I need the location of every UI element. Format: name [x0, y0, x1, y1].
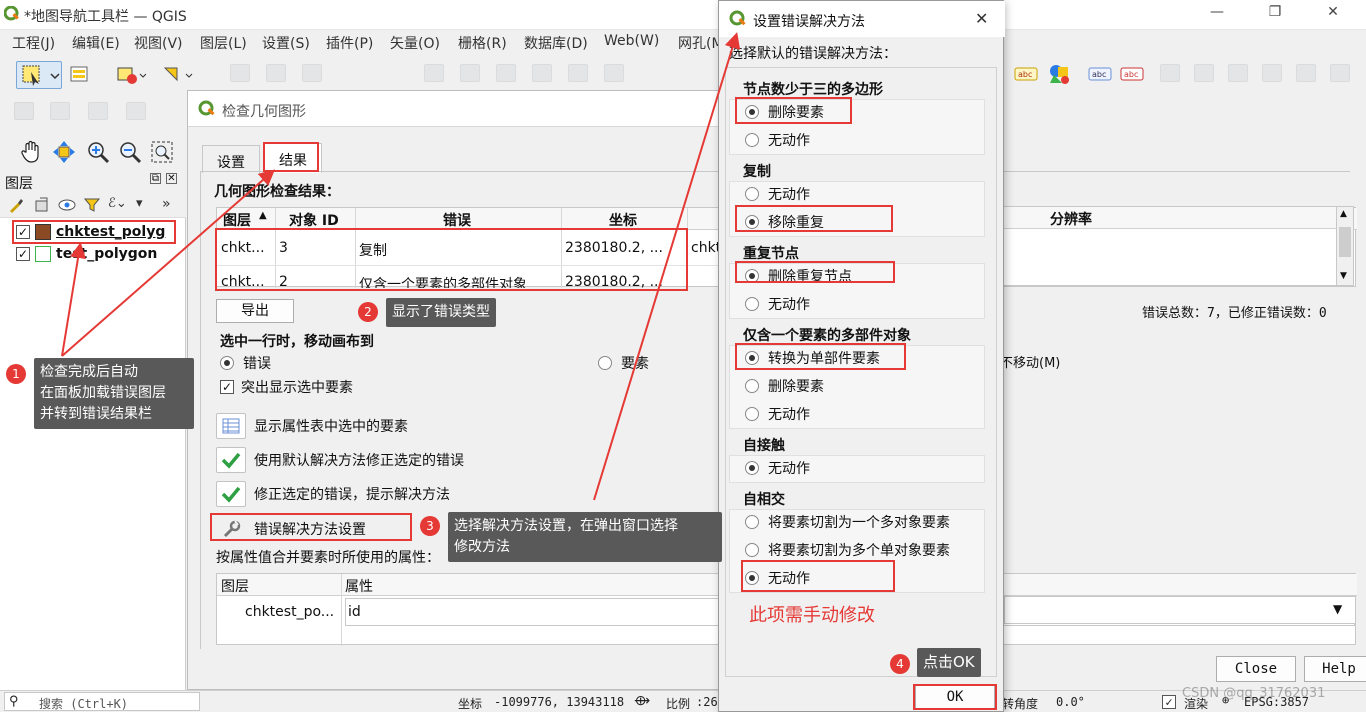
note-line: 修改方法 — [454, 539, 510, 555]
note-line: 并转到错误结果栏 — [40, 406, 152, 422]
note-line: 检查完成后自动 — [40, 364, 138, 380]
note-line: 在面板加载错误图层 — [40, 385, 166, 401]
annotation-note-1: 检查完成后自动 在面板加载错误图层 并转到错误结果栏 — [34, 358, 194, 429]
watermark: CSDN @qq_31762031 — [1182, 686, 1326, 701]
note-line: 选择解决方法设置，在弹出窗口选择 — [454, 518, 678, 534]
annotation-arrows — [61, 32, 741, 501]
step-badge-4: 4 — [890, 654, 910, 674]
annotation-note-4: 点击OK — [917, 648, 981, 677]
step-badge-1: 1 — [6, 364, 26, 384]
step-badge-2: 2 — [358, 302, 378, 322]
step-badge-3: 3 — [420, 516, 440, 536]
annotation-note-3: 选择解决方法设置，在弹出窗口选择 修改方法 — [448, 512, 722, 562]
annotation-note-2: 显示了错误类型 — [386, 298, 496, 327]
